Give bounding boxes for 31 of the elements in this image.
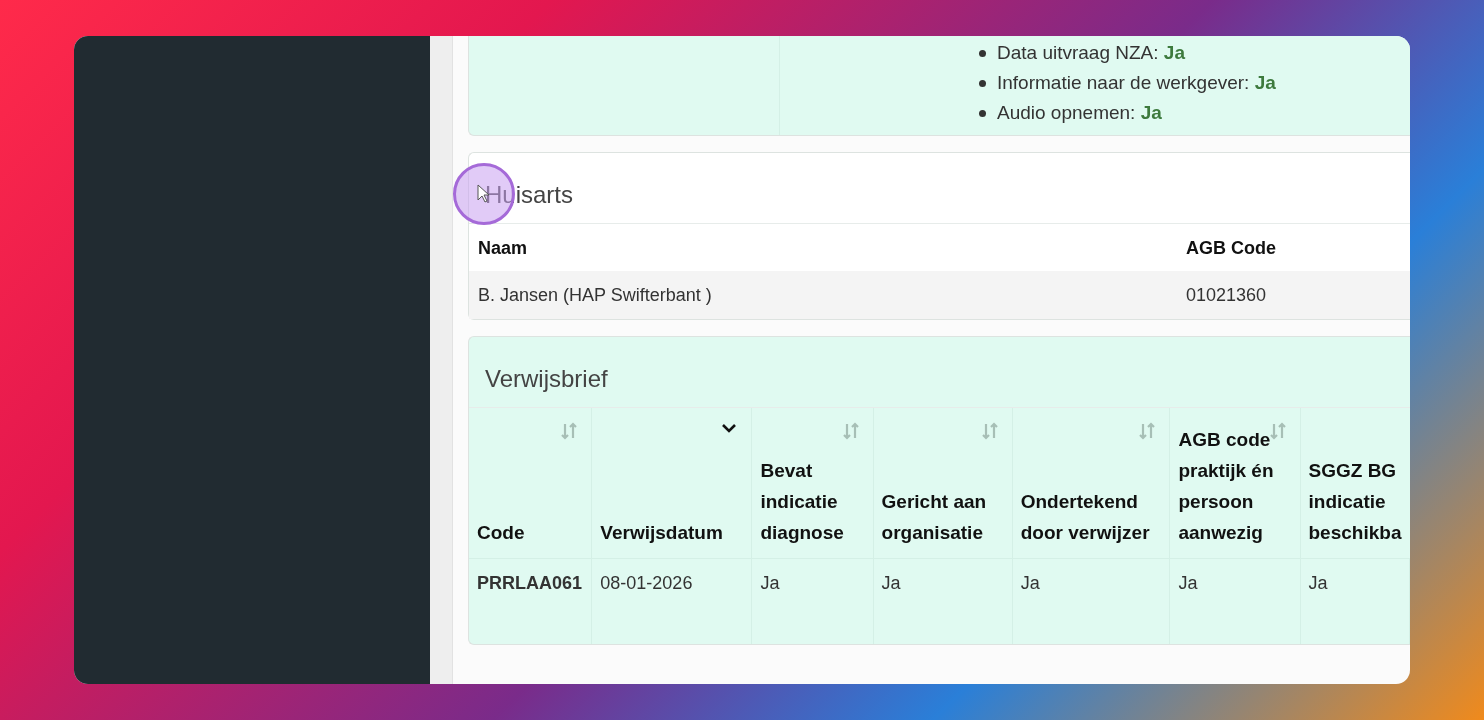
chevron-down-icon[interactable] <box>721 422 738 434</box>
bullet-icon <box>979 109 986 117</box>
sort-icon[interactable] <box>1269 422 1286 440</box>
column-header: AGB Code <box>1177 224 1410 271</box>
column-header[interactable]: Ondertekend door verwijzer <box>1012 408 1170 558</box>
sort-icon[interactable] <box>842 422 859 440</box>
sort-icon[interactable] <box>561 422 578 440</box>
table-cell: 01021360 <box>1177 271 1410 319</box>
bullet-icon <box>979 79 986 87</box>
info-item: Data uitvraag NZA: Ja <box>997 41 1185 65</box>
table-cell: Ja <box>1169 558 1300 644</box>
bullet-icon <box>979 49 986 57</box>
table-cell: PRRLAA061 <box>469 558 592 644</box>
table-cell: Ja <box>873 558 1013 644</box>
column-header[interactable]: Code <box>469 408 592 558</box>
info-item: Informatie naar de werkgever: Ja <box>997 71 1276 95</box>
column-header[interactable]: SGGZ BG indicatie beschikba <box>1300 408 1410 558</box>
card-title: Verwijsbrief <box>469 337 1410 408</box>
column-header: Naam <box>469 224 1177 271</box>
sort-icon[interactable] <box>1139 422 1156 440</box>
info-item: Audio opnemen: Ja <box>997 101 1162 125</box>
column-header[interactable]: Gericht aan organisatie <box>873 408 1013 558</box>
table-cell: B. Jansen (HAP Swifterbant ) <box>469 271 1177 319</box>
sort-icon[interactable] <box>981 422 998 440</box>
column-header[interactable]: Verwijsdatum <box>591 408 752 558</box>
column-header[interactable]: AGB code praktijk én persoon aanwezig <box>1169 408 1300 558</box>
table-cell: Ja <box>751 558 874 644</box>
table-cell: Ja <box>1012 558 1170 644</box>
table-cell: Ja <box>1300 558 1410 644</box>
column-header[interactable]: Bevat indicatie diagnose <box>751 408 874 558</box>
table-cell: 08-01-2026 <box>591 558 752 644</box>
